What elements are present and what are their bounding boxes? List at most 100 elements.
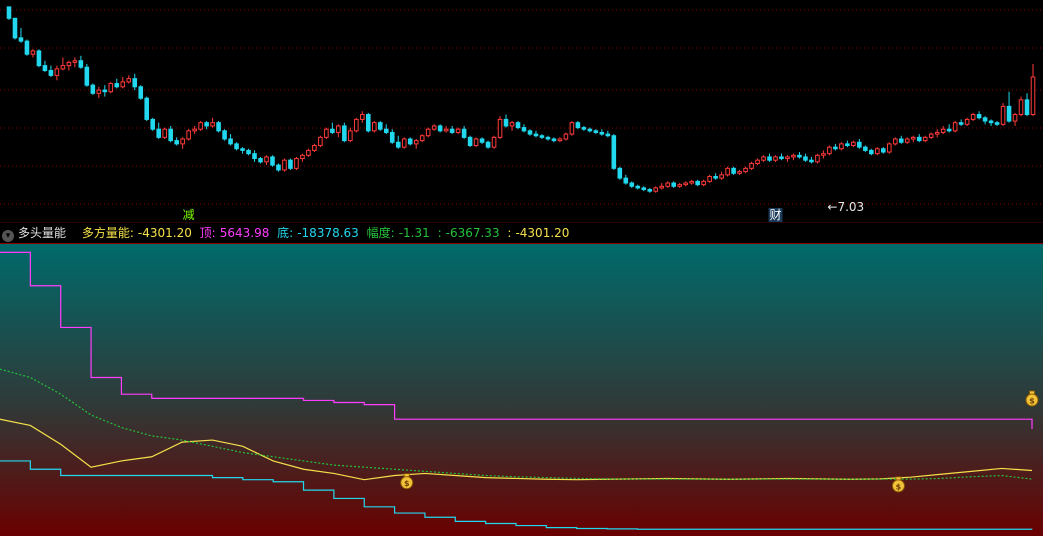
- candle-body: [677, 184, 682, 187]
- indicator-info-bar: ▾ 多头量能 多方量能: -4301.20 顶: 5643.98 底: -18378.6…: [0, 222, 1043, 244]
- candle: [970, 112, 976, 122]
- candle: [569, 121, 575, 136]
- candle: [437, 124, 443, 133]
- candle: [270, 155, 275, 167]
- candle-body: [216, 122, 221, 132]
- candle-body: [42, 65, 48, 71]
- candle-body: [797, 154, 802, 158]
- candle-body: [713, 175, 718, 179]
- candle-body: [306, 149, 311, 156]
- candle-body: [126, 78, 132, 83]
- candle-body: [545, 136, 551, 140]
- candle-body: [66, 61, 72, 67]
- candle-body: [473, 138, 479, 147]
- candle: [24, 39, 30, 56]
- price-plot-bg: [0, 0, 1043, 222]
- candle: [731, 166, 736, 175]
- candle-body: [623, 177, 629, 184]
- candle: [216, 121, 221, 133]
- candle-body: [431, 125, 437, 130]
- candle-body: [48, 69, 54, 76]
- candle-body: [869, 149, 874, 155]
- candle-body: [521, 127, 527, 132]
- candle-body: [779, 156, 784, 160]
- candle-body: [839, 143, 844, 150]
- candle-body: [533, 133, 539, 137]
- money-bag-neck: [403, 473, 410, 478]
- candle: [485, 140, 491, 149]
- candle-body: [689, 180, 694, 184]
- candle: [491, 135, 497, 149]
- candle-body: [653, 187, 659, 192]
- price-candlestick-chart[interactable]: 减 财 ←7.03: [0, 0, 1043, 222]
- candle-body: [922, 136, 928, 142]
- candle-body: [282, 159, 287, 171]
- candle-body: [288, 159, 293, 169]
- candle-body: [78, 60, 84, 68]
- candle: [1000, 103, 1006, 126]
- candle: [294, 156, 299, 170]
- candle-body: [958, 122, 964, 125]
- indicator-line-chart[interactable]: $ $ $: [0, 244, 1043, 536]
- candle-body: [252, 153, 257, 160]
- candle-body: [707, 175, 712, 182]
- candle-body: [611, 135, 617, 169]
- candle: [324, 127, 329, 139]
- candle-body: [228, 138, 233, 145]
- top-value: 5643.98: [219, 226, 270, 240]
- indicator-name[interactable]: 多头量能: [18, 226, 66, 240]
- sep-1: :: [437, 226, 442, 240]
- chart-root: 减财 ←7.03 ▾ 多头量能 多方量能: -4301.20 顶: 5643.98 底:…: [0, 0, 1043, 536]
- candle: [144, 96, 150, 122]
- candle-body: [761, 156, 766, 161]
- energy-label: 多方量能:: [81, 226, 134, 240]
- candle-body: [617, 167, 623, 179]
- candle-body: [988, 120, 994, 124]
- candle-body: [150, 118, 156, 130]
- candle-body: [904, 138, 910, 143]
- candle: [6, 6, 12, 20]
- candle-body: [114, 83, 120, 88]
- candle: [354, 117, 359, 133]
- candle-body: [593, 130, 599, 133]
- candle-body: [455, 128, 461, 133]
- candle-body: [671, 182, 677, 187]
- candle-body: [342, 125, 347, 142]
- candle-body: [174, 140, 179, 145]
- candle-body: [12, 17, 18, 39]
- candle-body: [803, 156, 808, 161]
- candle-body: [755, 159, 760, 164]
- candle-body: [461, 128, 467, 138]
- candle-body: [910, 136, 916, 140]
- top-label: 顶:: [199, 226, 216, 240]
- candle-body: [276, 164, 281, 171]
- candle-body: [527, 130, 533, 135]
- candle-body: [587, 128, 593, 132]
- candle-body: [569, 122, 575, 135]
- candle-body: [695, 180, 700, 186]
- candle: [892, 137, 898, 146]
- candle-body: [294, 158, 299, 169]
- candle-body: [833, 146, 838, 150]
- collapse-circle-icon[interactable]: ▾: [2, 230, 14, 242]
- candle: [276, 163, 281, 172]
- candle: [282, 158, 287, 172]
- candle: [473, 137, 479, 148]
- candle: [886, 142, 892, 154]
- candle-body: [264, 156, 269, 163]
- candle-body: [300, 154, 305, 160]
- candle-body: [84, 66, 90, 86]
- candle-body: [725, 167, 730, 176]
- bottom-value: -18378.63: [297, 226, 359, 240]
- candle-body: [401, 138, 407, 148]
- candle-body: [551, 138, 557, 142]
- candle-body: [168, 128, 173, 142]
- candle-body: [1018, 99, 1024, 116]
- candle: [815, 153, 820, 164]
- candle-body: [395, 141, 401, 148]
- candle-body: [479, 138, 485, 143]
- candle-body: [138, 86, 144, 99]
- energy-value: -4301.20: [137, 226, 192, 240]
- candle: [312, 143, 317, 153]
- indicator-gradient-bg: [0, 244, 1043, 536]
